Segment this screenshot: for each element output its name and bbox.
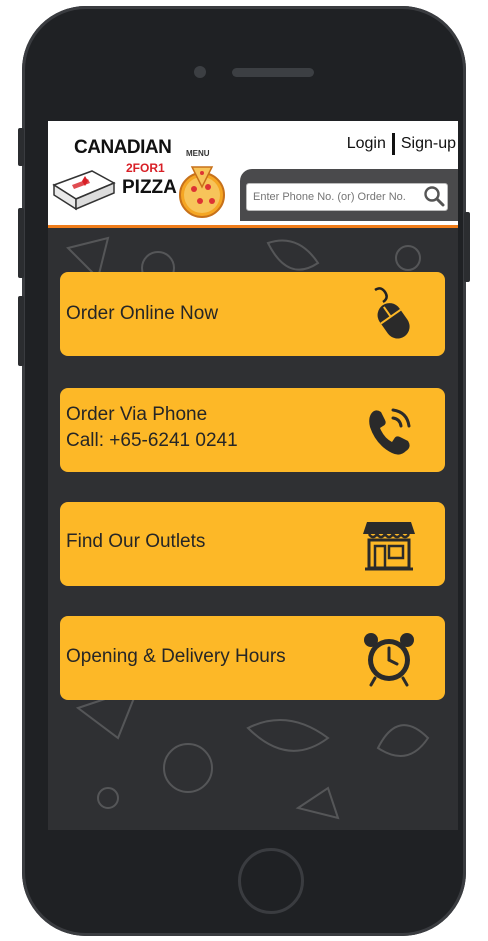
search-box xyxy=(246,183,448,211)
order-via-phone-label: Order Via Phone xyxy=(66,404,208,425)
volume-up-button xyxy=(18,208,24,278)
menu-label: MENU xyxy=(186,149,210,158)
phone-number-label: Call: +65-6241 0241 xyxy=(66,430,238,451)
find-outlets-label: Find Our Outlets xyxy=(66,531,206,552)
auth-divider xyxy=(391,133,395,155)
find-outlets-button[interactable]: Find Our Outlets xyxy=(60,502,445,586)
brand-line-canadian: CANADIAN xyxy=(74,137,172,158)
phone-screen: CANADIAN 2FOR1 PIZZA MENU Login Sign-up xyxy=(48,121,458,830)
volume-down-button xyxy=(18,296,24,366)
power-button xyxy=(464,212,470,282)
search-container xyxy=(240,169,458,221)
store-icon xyxy=(363,522,415,571)
brand-line-pizza: PIZZA xyxy=(122,177,177,198)
phone-icon xyxy=(369,408,411,455)
opening-hours-label: Opening & Delivery Hours xyxy=(66,646,286,667)
search-icon[interactable] xyxy=(423,185,445,207)
order-search-input[interactable] xyxy=(247,191,423,203)
order-online-label: Order Online Now xyxy=(66,303,219,324)
menu-button[interactable]: MENU xyxy=(176,149,228,225)
alarm-clock-icon xyxy=(364,633,414,687)
mouse-icon xyxy=(374,287,410,339)
auth-links: Login Sign-up xyxy=(347,133,456,155)
brand-line-2for1: 2FOR1 xyxy=(126,161,165,175)
earpiece-speaker xyxy=(232,68,314,77)
order-online-button[interactable]: Order Online Now xyxy=(60,272,445,356)
opening-hours-button[interactable]: Opening & Delivery Hours xyxy=(60,616,445,700)
brand-logo[interactable]: CANADIAN 2FOR1 PIZZA xyxy=(52,137,177,217)
login-link[interactable]: Login xyxy=(347,135,386,153)
order-via-phone-button[interactable]: Order Via Phone Call: +65-6241 0241 xyxy=(60,388,445,472)
signup-link[interactable]: Sign-up xyxy=(401,135,456,153)
front-camera xyxy=(194,66,206,78)
home-button[interactable] xyxy=(238,848,304,914)
silent-switch xyxy=(18,128,24,166)
pizza-menu-icon xyxy=(179,166,225,218)
pizza-box-icon xyxy=(52,170,116,211)
app-header: CANADIAN 2FOR1 PIZZA MENU Login Sign-up xyxy=(48,121,458,228)
